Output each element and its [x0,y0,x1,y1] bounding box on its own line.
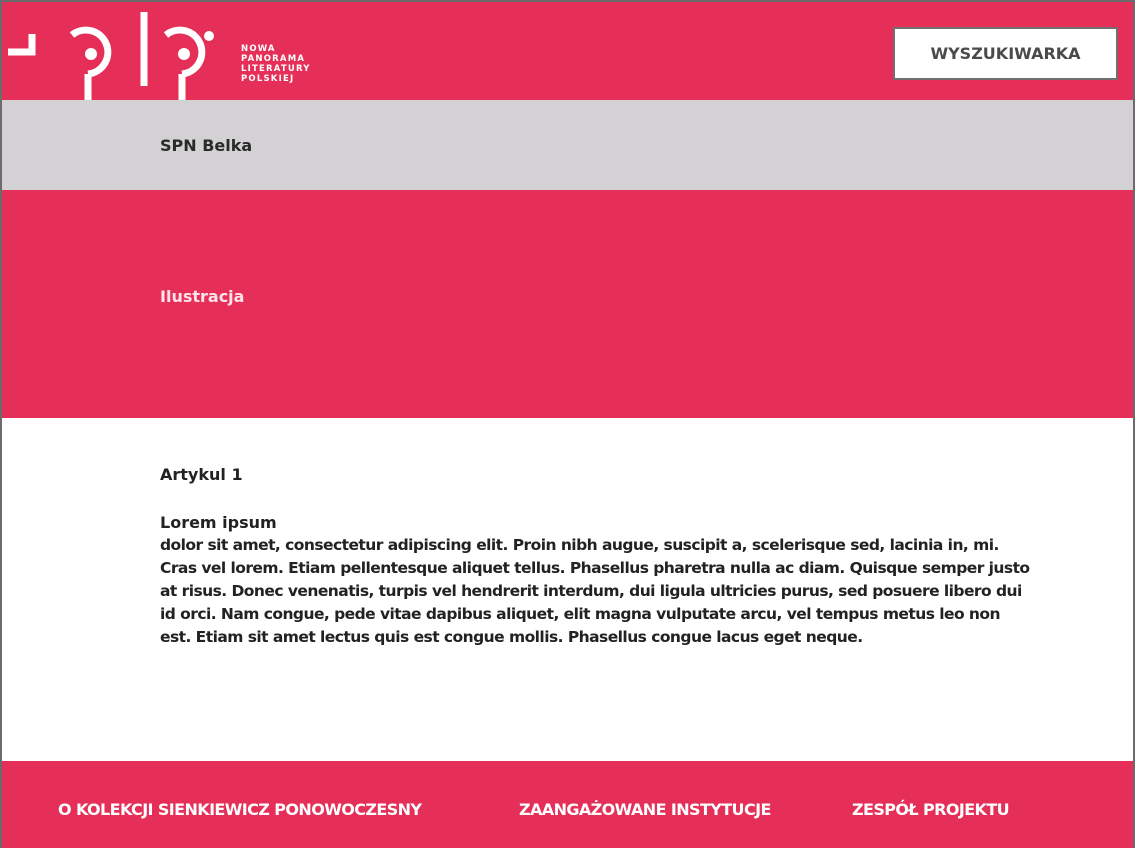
footer-link-about-collection[interactable]: O KOLEKCJI SIENKIEWICZ PONOWOCZESNY [58,800,422,819]
article: Artykul 1 Lorem ipsum dolor sit amet, co… [160,465,1040,649]
illustration-band: Ilustracja [0,190,1135,418]
nplp-logo-icon [8,12,214,100]
article-title: Artykul 1 [160,465,243,484]
logo-line-2: PANORAMA [241,54,306,64]
logo-wordmark: NOWA PANORAMA LITERATURY POLSKIEJ [241,44,311,84]
logo-line-3: LITERATURY [241,64,311,74]
spn-belka-bar: SPN Belka [0,100,1135,190]
site-header: NOWA PANORAMA LITERATURY POLSKIEJ WYSZUK… [0,0,1135,100]
logo-line-4: POLSKIEJ [241,74,295,84]
site-footer: O KOLEKCJI SIENKIEWICZ PONOWOCZESNY ZAAN… [0,761,1135,848]
search-engine-button[interactable]: WYSZUKIWARKA [893,27,1118,80]
belka-label: SPN Belka [160,136,253,155]
nplp-logo[interactable]: NOWA PANORAMA LITERATURY POLSKIEJ [8,12,338,100]
footer-link-institutions[interactable]: ZAANGAŻOWANE INSTYTUCJE [519,800,771,819]
logo-line-1: NOWA [241,44,276,54]
article-heading: Lorem ipsum [160,513,277,532]
illustration-label: Ilustracja [160,287,245,306]
article-body: dolor sit amet, consectetur adipiscing e… [160,536,1030,646]
footer-link-project-team[interactable]: ZESPÓŁ PROJEKTU [852,800,1010,819]
